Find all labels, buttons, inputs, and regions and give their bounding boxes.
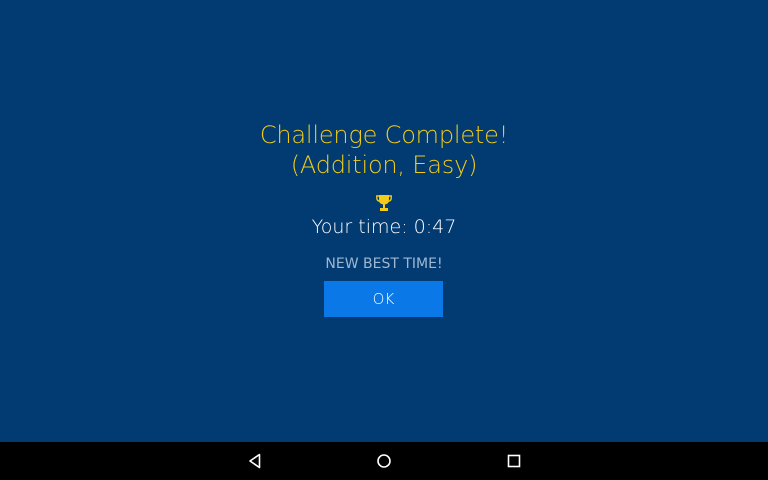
system-navigation-bar xyxy=(0,442,768,480)
challenge-complete-screen: Challenge Complete! (Addition, Easy) You… xyxy=(0,0,768,442)
recent-apps-button[interactable] xyxy=(490,442,538,480)
title-line-2: (Addition, Easy) xyxy=(290,151,478,179)
your-time-text: Your time: 0:47 xyxy=(311,216,457,238)
back-icon xyxy=(249,453,261,469)
trophy-icon xyxy=(376,194,392,212)
back-button[interactable] xyxy=(231,442,279,480)
recent-apps-icon xyxy=(507,454,521,468)
new-best-time-text: NEW BEST TIME! xyxy=(325,256,443,272)
home-icon xyxy=(377,454,391,468)
ok-button[interactable]: OK xyxy=(324,281,443,317)
title-line-1: Challenge Complete! xyxy=(259,121,509,149)
home-button[interactable] xyxy=(360,442,408,480)
